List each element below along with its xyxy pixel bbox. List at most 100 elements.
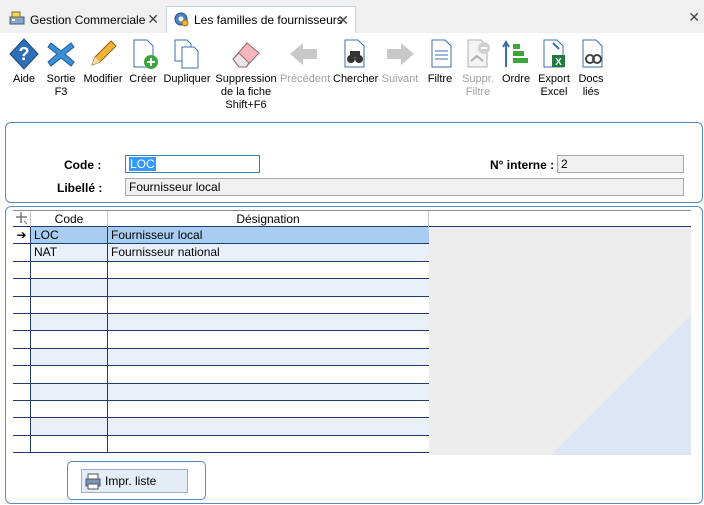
- suivant-button[interactable]: Suivant: [380, 37, 420, 86]
- column-header-designation[interactable]: Désignation: [108, 211, 429, 227]
- impr-liste-button[interactable]: Impr. liste: [81, 469, 188, 493]
- table-row[interactable]: [13, 331, 429, 349]
- cell-designation: [108, 418, 429, 434]
- cell-designation: [108, 384, 429, 400]
- sortie-label: Sortie F3: [46, 73, 76, 98]
- excel-icon: X: [543, 39, 565, 68]
- chercher-button[interactable]: Chercher: [333, 37, 378, 86]
- ordre-button[interactable]: Ordre: [500, 37, 532, 86]
- table-row[interactable]: [13, 261, 429, 280]
- table-row[interactable]: [13, 279, 429, 297]
- toolbar: ? Aide Sortie F3 Modifier Créer Duplique…: [0, 33, 704, 118]
- libelle-label: Libellé :: [57, 181, 103, 195]
- data-grid[interactable]: Code Désignation ➔ LOC Fournisseur local NA…: [13, 210, 691, 455]
- row-indicator: [13, 435, 31, 453]
- row-indicator: [13, 348, 31, 366]
- suppression-label: Suppression de la fiche Shift+F6: [215, 73, 277, 111]
- row-pointer-icon: ➔: [13, 227, 31, 244]
- svg-text:?: ?: [19, 44, 30, 64]
- num-interne-field[interactable]: 2: [557, 155, 684, 173]
- table-row[interactable]: [13, 435, 429, 454]
- column-header-code[interactable]: Code: [31, 211, 108, 227]
- cell-code: [31, 261, 108, 279]
- cell-code: [31, 296, 108, 313]
- cell-code: [31, 366, 108, 383]
- grid-body: ➔ LOC Fournisseur local NAT Fournisseur nati…: [13, 227, 429, 454]
- printer-icon: [85, 473, 101, 490]
- row-indicator: [13, 261, 31, 279]
- cell-designation: [108, 366, 429, 382]
- docs-lies-button[interactable]: Docs liés: [576, 37, 606, 99]
- add-row-icon[interactable]: [13, 211, 31, 227]
- close-icon[interactable]: ✕: [147, 11, 159, 27]
- cell-designation: [108, 279, 429, 295]
- aide-button[interactable]: ? Aide: [6, 37, 42, 86]
- cell-code: [31, 435, 108, 453]
- table-row[interactable]: [13, 418, 429, 436]
- creer-button[interactable]: Créer: [127, 37, 159, 86]
- cell-code: [31, 418, 108, 435]
- duplicate-icon: [174, 39, 199, 69]
- arrow-right-icon: [387, 43, 414, 65]
- sortie-button[interactable]: Sortie F3: [44, 37, 78, 99]
- tab-gestion-commerciale[interactable]: Gestion Commerciale ✕: [3, 6, 165, 33]
- cell-code: LOC: [31, 227, 108, 244]
- cell-code: [31, 331, 108, 348]
- row-indicator: [13, 366, 31, 383]
- cell-designation: Fournisseur national: [111, 245, 220, 260]
- cell-code: [31, 348, 108, 366]
- code-label: Code :: [64, 158, 102, 172]
- libelle-input[interactable]: Fournisseur local: [125, 178, 684, 196]
- cell-designation: Fournisseur local: [111, 228, 203, 242]
- cell-code: [31, 279, 108, 296]
- suppr-filtre-label: Suppr. Filtre: [462, 73, 494, 98]
- table-row[interactable]: NAT Fournisseur national: [13, 244, 429, 262]
- cell-code: [31, 313, 108, 331]
- dupliquer-button[interactable]: Dupliquer: [163, 37, 211, 86]
- impr-liste-frame: Impr. liste: [67, 461, 206, 500]
- modifier-button[interactable]: Modifier: [82, 37, 124, 86]
- code-input[interactable]: LOC: [125, 155, 260, 173]
- cell-designation: [108, 297, 429, 313]
- close-icon[interactable]: ✕: [337, 12, 349, 28]
- tab-label: Les familles de fournisseurs: [194, 13, 343, 27]
- table-row[interactable]: [13, 313, 429, 332]
- tab-bar: Gestion Commerciale ✕ Les familles de fo…: [0, 0, 704, 33]
- table-row[interactable]: [13, 400, 429, 419]
- eraser-icon: [232, 42, 260, 68]
- arrow-left-icon: [290, 43, 317, 65]
- cell-code: [31, 383, 108, 400]
- table-row[interactable]: [13, 366, 429, 384]
- help-icon: ?: [9, 38, 39, 70]
- suppr-filtre-button[interactable]: Suppr. Filtre: [460, 37, 496, 99]
- filtre-button[interactable]: Filtre: [425, 37, 455, 86]
- row-indicator: [13, 331, 31, 348]
- row-indicator: [13, 418, 31, 435]
- close-window-icon[interactable]: ✕: [688, 9, 700, 26]
- binoculars-icon: [344, 39, 365, 68]
- remove-filter-icon: [467, 39, 490, 68]
- table-row[interactable]: ➔ LOC Fournisseur local: [13, 227, 429, 245]
- tab-familles-fournisseurs[interactable]: Les familles de fournisseurs ✕: [166, 6, 356, 33]
- filter-document-icon: [431, 39, 452, 68]
- row-indicator: [13, 400, 31, 418]
- svg-text:X: X: [555, 57, 562, 68]
- suppression-button[interactable]: Suppression de la fiche Shift+F6: [214, 37, 278, 112]
- cell-code: NAT: [31, 244, 108, 261]
- row-indicator: [13, 279, 31, 296]
- export-excel-label: Export Excel: [538, 73, 570, 98]
- linked-docs-icon: [582, 39, 603, 68]
- num-interne-label: N° interne :: [490, 158, 555, 172]
- precedent-button[interactable]: Précédent: [280, 37, 330, 86]
- table-row[interactable]: [13, 296, 429, 314]
- table-row[interactable]: [13, 383, 429, 401]
- row-indicator: [13, 383, 31, 400]
- exit-x-icon: [47, 42, 75, 67]
- row-indicator: [13, 244, 31, 261]
- pencil-icon: [91, 40, 117, 66]
- cell-designation: [108, 436, 429, 452]
- cell-designation: [108, 331, 429, 347]
- cell-designation: [108, 314, 429, 330]
- table-row[interactable]: [13, 348, 429, 367]
- export-excel-button[interactable]: X Export Excel: [536, 37, 572, 99]
